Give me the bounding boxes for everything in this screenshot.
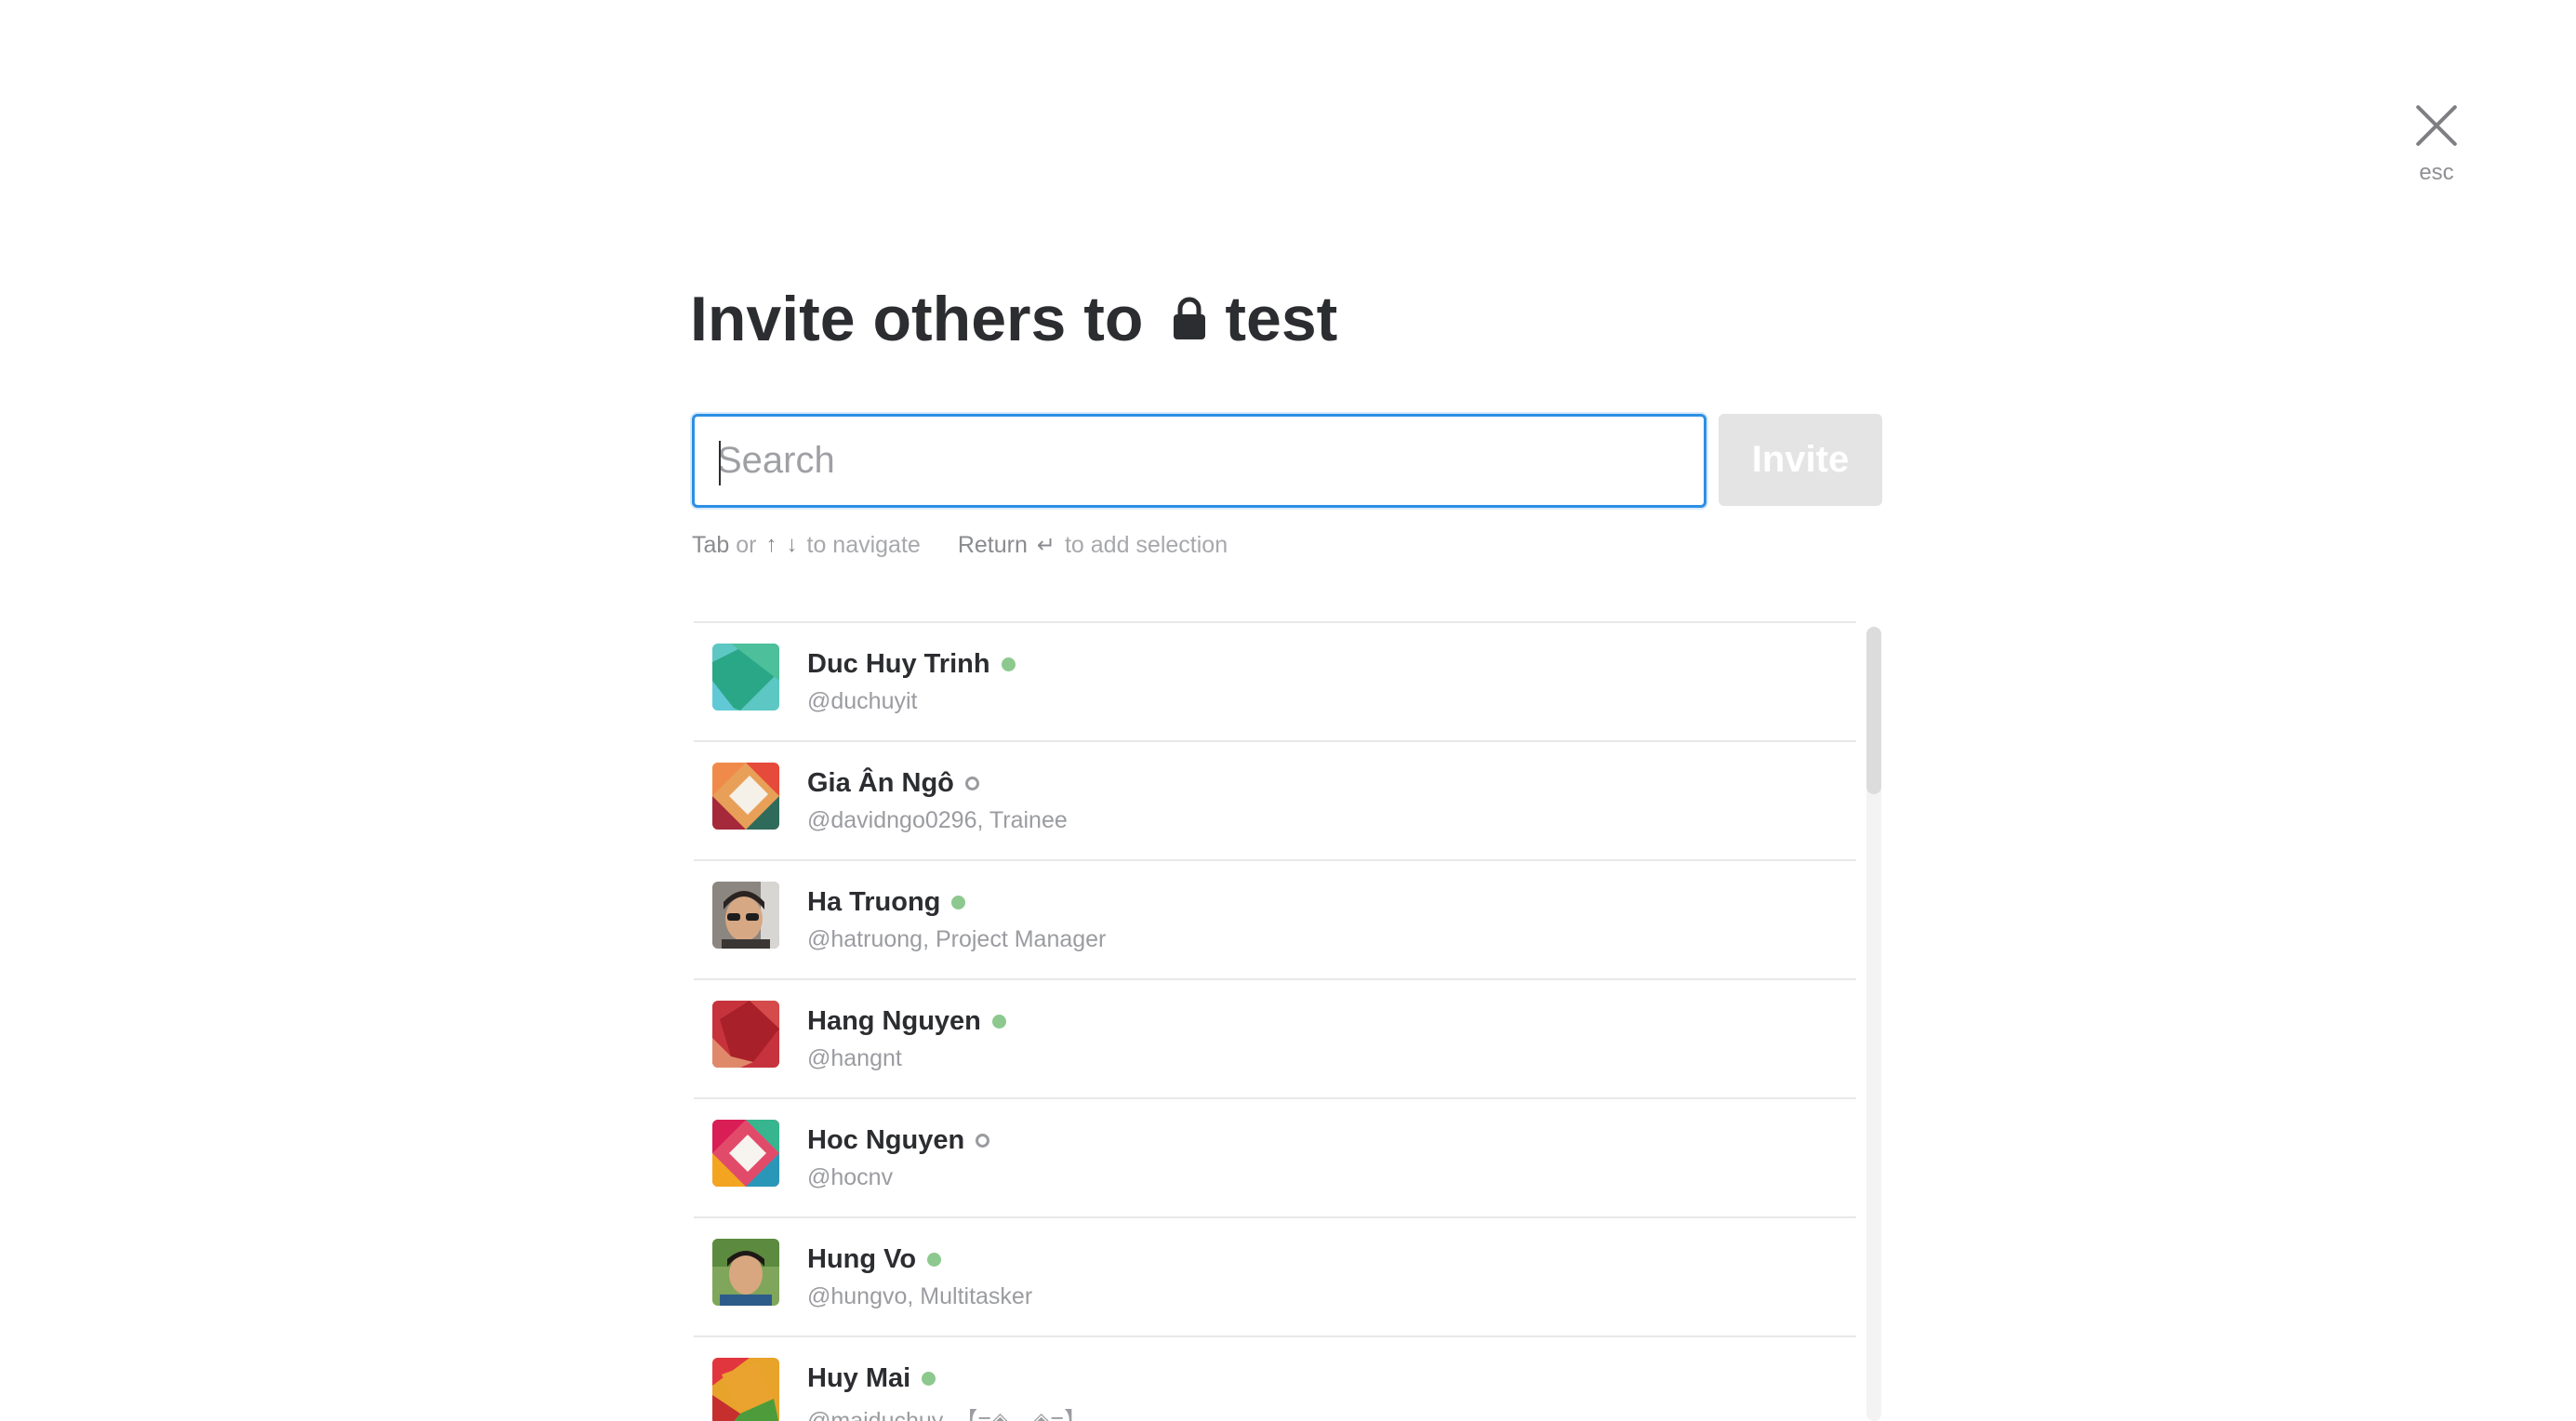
member-handle: @hatruong, Project Manager bbox=[807, 926, 1107, 952]
lock-icon bbox=[1174, 297, 1206, 339]
hint-tab: Tab bbox=[692, 531, 730, 558]
avatar bbox=[712, 1239, 779, 1306]
return-icon: ↵ bbox=[1036, 532, 1056, 558]
search-field[interactable] bbox=[692, 414, 1706, 508]
presence-active-icon bbox=[1001, 657, 1016, 671]
member-handle: @davidngo0296, Trainee bbox=[807, 807, 1068, 833]
member-name: Huy Mai bbox=[807, 1362, 911, 1393]
channel-name: test bbox=[1225, 284, 1338, 354]
member-list[interactable]: Duc Huy Trinh @duchuyit Gia Ân Ngô @davi… bbox=[694, 621, 1856, 1421]
avatar bbox=[712, 1001, 779, 1068]
member-name: Hang Nguyen bbox=[807, 1005, 981, 1036]
presence-active-icon bbox=[991, 1014, 1006, 1029]
list-item[interactable]: Duc Huy Trinh @duchuyit bbox=[694, 623, 1856, 742]
text-caret bbox=[719, 441, 721, 485]
page-title: Invite others to test bbox=[690, 277, 1337, 361]
avatar bbox=[712, 644, 779, 710]
member-handle: @maiduchuy, 【=◈︿◈=】 bbox=[807, 1408, 1087, 1421]
search-input[interactable] bbox=[695, 417, 1704, 505]
hint-or: or bbox=[736, 531, 757, 558]
member-name: Duc Huy Trinh bbox=[807, 648, 990, 679]
member-name: Ha Truong bbox=[807, 886, 941, 917]
keyboard-hint: Tab or ↑ ↓ to navigate Return ↵ to add s… bbox=[692, 528, 1228, 562]
avatar bbox=[712, 882, 779, 949]
member-handle: @duchuyit bbox=[807, 688, 918, 714]
hint-add-selection: to add selection bbox=[1064, 531, 1228, 558]
list-item[interactable]: Ha Truong @hatruong, Project Manager bbox=[694, 861, 1856, 980]
member-name: Gia Ân Ngô bbox=[807, 767, 954, 798]
avatar bbox=[712, 763, 779, 830]
close-icon[interactable] bbox=[2413, 102, 2460, 149]
scrollbar[interactable] bbox=[1866, 627, 1881, 1421]
member-handle: @hocnv bbox=[807, 1164, 894, 1190]
member-name: Hung Vo bbox=[807, 1243, 917, 1274]
arrow-down-icon: ↓ bbox=[786, 532, 798, 557]
presence-active-icon bbox=[922, 1371, 936, 1386]
list-item[interactable]: Gia Ân Ngô @davidngo0296, Trainee bbox=[694, 742, 1856, 861]
close-label: esc bbox=[2419, 160, 2454, 185]
member-name: Hoc Nguyen bbox=[807, 1124, 965, 1155]
list-item[interactable]: Hoc Nguyen @hocnv bbox=[694, 1099, 1856, 1218]
invite-button[interactable]: Invite bbox=[1719, 414, 1882, 506]
avatar bbox=[712, 1358, 779, 1421]
title-prefix: Invite others to bbox=[690, 284, 1144, 354]
list-item[interactable]: Hang Nguyen @hangnt bbox=[694, 980, 1856, 1099]
close-button[interactable]: esc bbox=[2399, 102, 2474, 195]
scrollbar-thumb[interactable] bbox=[1866, 627, 1881, 794]
invite-modal: esc Invite others to test Invite Tab or … bbox=[0, 0, 2576, 1421]
avatar bbox=[712, 1120, 779, 1187]
presence-away-icon bbox=[964, 776, 979, 790]
member-handle: @hangnt bbox=[807, 1045, 902, 1071]
list-item[interactable]: Hung Vo @hungvo, Multitasker bbox=[694, 1218, 1856, 1337]
list-item[interactable]: Huy Mai @maiduchuy, 【=◈︿◈=】 bbox=[694, 1337, 1856, 1421]
hint-return: Return bbox=[957, 531, 1028, 558]
presence-active-icon bbox=[951, 895, 966, 910]
member-handle: @hungvo, Multitasker bbox=[807, 1283, 1033, 1309]
arrow-up-icon: ↑ bbox=[765, 532, 777, 557]
presence-active-icon bbox=[927, 1252, 942, 1267]
presence-away-icon bbox=[976, 1133, 990, 1148]
hint-navigate: to navigate bbox=[806, 531, 921, 558]
